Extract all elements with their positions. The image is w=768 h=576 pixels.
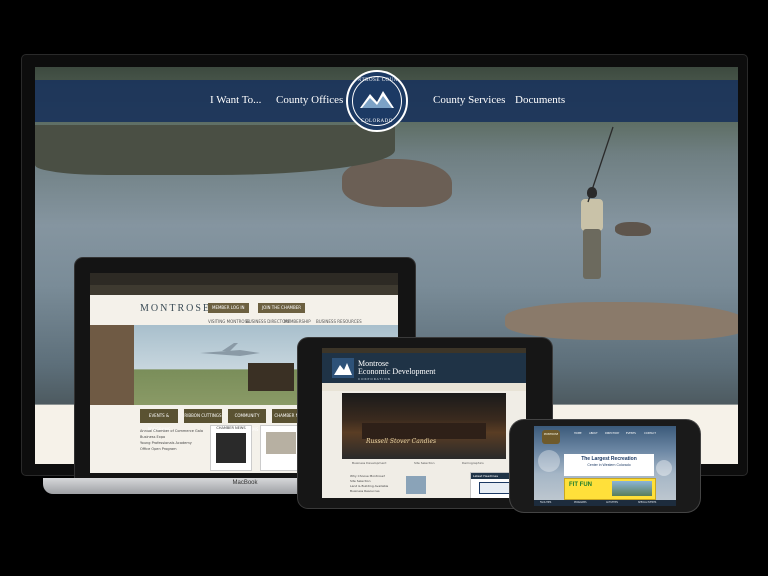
ad-text: FIT FUN: [569, 482, 592, 488]
banner-line-1: The Largest Recreation: [581, 456, 637, 462]
footer-facilities[interactable]: FACILITIES: [540, 501, 551, 504]
banner-line-2: Center in Western Colorado: [587, 463, 631, 467]
card-image: [216, 433, 246, 463]
footer-programs[interactable]: PROGRAMS: [574, 501, 586, 504]
seal-text-top: MONTROSE COUNTY: [348, 78, 406, 83]
nav-resources[interactable]: BUSINESS RESOURCES: [316, 319, 362, 324]
icon-business-development[interactable]: Business Development: [352, 461, 386, 465]
event-card[interactable]: [260, 425, 302, 471]
rec-center-banner: The Largest Recreation Center in Western…: [564, 454, 654, 476]
mountain-peaks-icon: [360, 91, 394, 108]
rec-center-logo[interactable]: MONTROSE: [542, 430, 560, 444]
nav-directory[interactable]: DIRECTORY: [605, 432, 619, 435]
footer-special-events[interactable]: SPECIAL EVENTS: [638, 501, 656, 504]
nav-visiting[interactable]: VISITING MONTROSE: [208, 319, 250, 324]
tablet-header: Montrose Economic Development CORPORATIO…: [322, 353, 526, 383]
nav-documents[interactable]: Documents: [515, 94, 565, 106]
hero-caption: Russell Stover Candies: [366, 438, 437, 445]
logo-text: MONTROSE: [543, 433, 559, 436]
decorative-bubbles: [656, 460, 672, 476]
footer-activities[interactable]: ACTIVITIES: [606, 501, 618, 504]
decorative-bubbles: [538, 450, 560, 472]
tile-ribbon[interactable]: RIBBON CUTTINGS: [184, 409, 222, 423]
member-login-button[interactable]: MEMBER LOG IN: [208, 303, 249, 313]
tablet-article-image: [406, 476, 426, 494]
tile-community[interactable]: COMMUNITY PROGRAMS: [228, 409, 266, 432]
list-item[interactable]: Business Resources: [350, 489, 388, 494]
mountain-logo-icon: [332, 358, 354, 378]
nav-about[interactable]: ABOUT: [589, 432, 598, 435]
fit-fun-ad[interactable]: FIT FUN: [564, 478, 656, 500]
phone-screen: MONTROSE HOME ABOUT DIRECTORY EVENTS CON…: [534, 426, 676, 506]
nav-county-services[interactable]: County Services: [433, 94, 505, 106]
nav-contact[interactable]: CONTACT: [644, 432, 656, 435]
phone-footer-bar: FACILITIES PROGRAMS ACTIVITIES SPECIAL E…: [534, 500, 676, 506]
join-chamber-button[interactable]: JOIN THE CHAMBER: [258, 303, 306, 313]
laptop-top-bar: [90, 273, 398, 285]
event-image: [266, 432, 296, 454]
nav-events[interactable]: EVENTS: [626, 432, 636, 435]
icon-demographics[interactable]: Demographics: [462, 461, 484, 465]
smartphone: MONTROSE HOME ABOUT DIRECTORY EVENTS CON…: [510, 420, 700, 512]
tablet-hero-image: [342, 393, 506, 459]
list-item[interactable]: Office Open Program: [140, 446, 203, 452]
montrose-county-seal[interactable]: MONTROSE COUNTY COLORADO: [346, 70, 408, 132]
chamber-logo[interactable]: MONTROSE: [140, 303, 211, 314]
nav-i-want-to[interactable]: I Want To...: [210, 94, 261, 106]
ad-building-image: [612, 481, 652, 496]
store-shelves: [362, 423, 486, 439]
tablet-left-list: Why Choose Montrose? Site Selection Land…: [350, 474, 388, 494]
icon-site-selection[interactable]: Site Selection: [414, 461, 435, 465]
welcome-sign: [248, 363, 294, 391]
card-title: CHAMBER NEWS: [216, 426, 246, 430]
tablet-nav-bar: [322, 383, 526, 391]
tablet-screen: Montrose Economic Development CORPORATIO…: [322, 348, 526, 498]
nav-membership[interactable]: MEMBERSHIP: [284, 319, 311, 324]
laptop-link-list: Annual Chamber of Commerce Gala Business…: [140, 428, 203, 452]
jet-plane-icon: [200, 343, 260, 356]
nav-county-offices[interactable]: County Offices: [276, 94, 343, 106]
tablet-subtitle: CORPORATION: [358, 377, 391, 381]
title-line-2: Economic Development: [358, 367, 436, 376]
tile-events[interactable]: EVENTS & PROGRAMS: [140, 409, 178, 432]
nav-home[interactable]: HOME: [574, 432, 582, 435]
tablet-title: Montrose Economic Development: [358, 360, 436, 376]
laptop-sub-bar: [90, 285, 398, 295]
seal-text-bottom: COLORADO: [361, 119, 393, 124]
chamber-news-card[interactable]: CHAMBER NEWS: [210, 425, 252, 471]
cliff: [90, 325, 134, 405]
